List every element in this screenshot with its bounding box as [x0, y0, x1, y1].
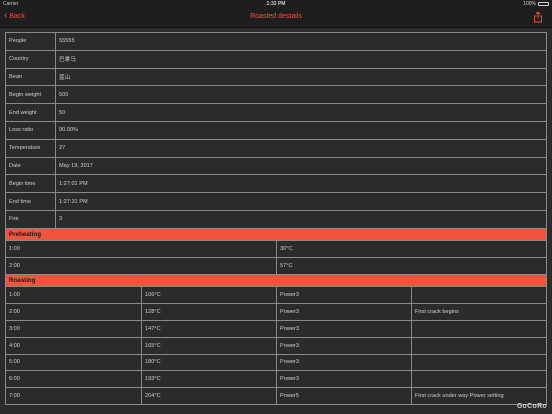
roasting-note: [411, 319, 547, 338]
roasting-time: 5:00: [5, 353, 142, 372]
roasting-temp: 180°C: [141, 353, 277, 372]
preheating-time: 1:00: [5, 240, 277, 259]
detail-value: 27: [55, 138, 547, 158]
detail-row: People 55555: [5, 32, 547, 51]
roasting-header: Roasting: [5, 274, 547, 287]
detail-value: 巴拿马: [55, 49, 547, 69]
preheating-table: 1:00 30°C 2:00 57°C: [5, 240, 547, 275]
roasting-note: [411, 353, 547, 372]
detail-label: People: [5, 32, 56, 51]
battery-indicator: 100%: [523, 1, 549, 7]
detail-row: End time 1:27:31 PM: [5, 192, 547, 211]
detail-label: Country: [5, 49, 56, 69]
detail-label: Loss ratio: [5, 120, 56, 140]
status-bar: Carrier 1:32 PM 100%: [0, 0, 552, 8]
roasting-note: [411, 286, 547, 305]
roasting-power: Power3: [276, 370, 412, 389]
roasting-temp: 204°C: [141, 387, 277, 405]
preheating-row: 1:00 30°C: [5, 240, 547, 259]
roasting-time: 6:00: [5, 370, 142, 389]
roasting-temp: 165°C: [141, 336, 277, 355]
preheating-header: Preheating: [5, 228, 547, 241]
preheating-time: 2:00: [5, 257, 277, 275]
roasting-power: Power3: [276, 303, 412, 321]
detail-row: Loss ratio 90.00%: [5, 120, 547, 140]
roasting-time: 7:00: [5, 387, 142, 405]
share-icon[interactable]: [533, 11, 543, 23]
detail-row: End weight 50: [5, 103, 547, 122]
roasting-time: 4:00: [5, 336, 142, 355]
detail-label: Temperature: [5, 138, 56, 158]
roasting-note: [411, 336, 547, 355]
navigation-bar: ‹ Back Roasted destails: [0, 8, 552, 28]
detail-row: Country 巴拿马: [5, 49, 547, 69]
detail-value: May 19, 2017: [55, 156, 547, 176]
preheating-temp: 57°C: [276, 257, 547, 275]
detail-value: 90.00%: [55, 120, 547, 140]
battery-icon: [538, 2, 549, 6]
roasting-temp: 106°C: [141, 286, 277, 305]
detail-label: Date: [5, 156, 56, 176]
roasting-power: Power3: [276, 286, 412, 305]
roasting-row: 6:00 193°C Power3: [5, 370, 547, 389]
detail-value: 蓝山: [55, 67, 547, 87]
clock-label: 1:32 PM: [266, 1, 286, 7]
roasting-row: 3:00 147°C Power3: [5, 319, 547, 338]
roasting-row: 5:00 180°C Power3: [5, 353, 547, 372]
details-table: People 55555 Country 巴拿马 Bean 蓝山 Begin weight 5…: [5, 32, 547, 229]
detail-value: 500: [55, 85, 547, 105]
detail-label: End time: [5, 192, 56, 211]
detail-row: Begin time 1:27:01 PM: [5, 174, 547, 194]
roasting-time: 1:00: [5, 286, 142, 305]
roasting-row: 7:00 204°C Power5 First crack under way Pow…: [5, 387, 547, 405]
detail-value: 55555: [55, 32, 547, 51]
detail-row: Begin weight 500: [5, 85, 547, 105]
roasting-time: 3:00: [5, 319, 142, 338]
roasting-time: 2:00: [5, 303, 142, 321]
detail-value: 50: [55, 103, 547, 122]
roasting-table: 1:00 106°C Power3 2:00 128°C Power3 First crac…: [5, 286, 547, 405]
roasting-temp: 147°C: [141, 319, 277, 338]
detail-label: Bean: [5, 67, 56, 87]
preheating-temp: 30°C: [276, 240, 547, 259]
roasting-power: Power5: [276, 387, 412, 405]
detail-row: Bean 蓝山: [5, 67, 547, 87]
watermark-logo: GoCoRo: [516, 403, 547, 410]
preheating-row: 2:00 57°C: [5, 257, 547, 275]
roasting-power: Power3: [276, 336, 412, 355]
detail-label: Fire: [5, 209, 56, 229]
roasting-note: [411, 370, 547, 389]
roasting-note: First crack begins: [411, 303, 547, 321]
detail-row: Temperature 27: [5, 138, 547, 158]
detail-value: 3: [55, 209, 547, 229]
roasting-power: Power3: [276, 353, 412, 372]
detail-row: Date May 19, 2017: [5, 156, 547, 176]
roasting-temp: 193°C: [141, 370, 277, 389]
detail-label: Begin time: [5, 174, 56, 194]
detail-row: Fire 3: [5, 209, 547, 229]
detail-value: 1:27:01 PM: [55, 174, 547, 194]
roasting-row: 4:00 165°C Power3: [5, 336, 547, 355]
roasting-row: 2:00 128°C Power3 First crack begins: [5, 303, 547, 321]
roasting-power: Power3: [276, 319, 412, 338]
roasting-note: First crack under way Power setting: [411, 387, 547, 405]
detail-label: End weight: [5, 103, 56, 122]
roasting-row: 1:00 106°C Power3: [5, 286, 547, 305]
detail-value: 1:27:31 PM: [55, 192, 547, 211]
battery-percent: 100%: [523, 1, 536, 7]
roasting-temp: 128°C: [141, 303, 277, 321]
detail-label: Begin weight: [5, 85, 56, 105]
page-title: Roasted destails: [250, 13, 302, 20]
details-content[interactable]: People 55555 Country 巴拿马 Bean 蓝山 Begin weight 5…: [5, 32, 547, 405]
